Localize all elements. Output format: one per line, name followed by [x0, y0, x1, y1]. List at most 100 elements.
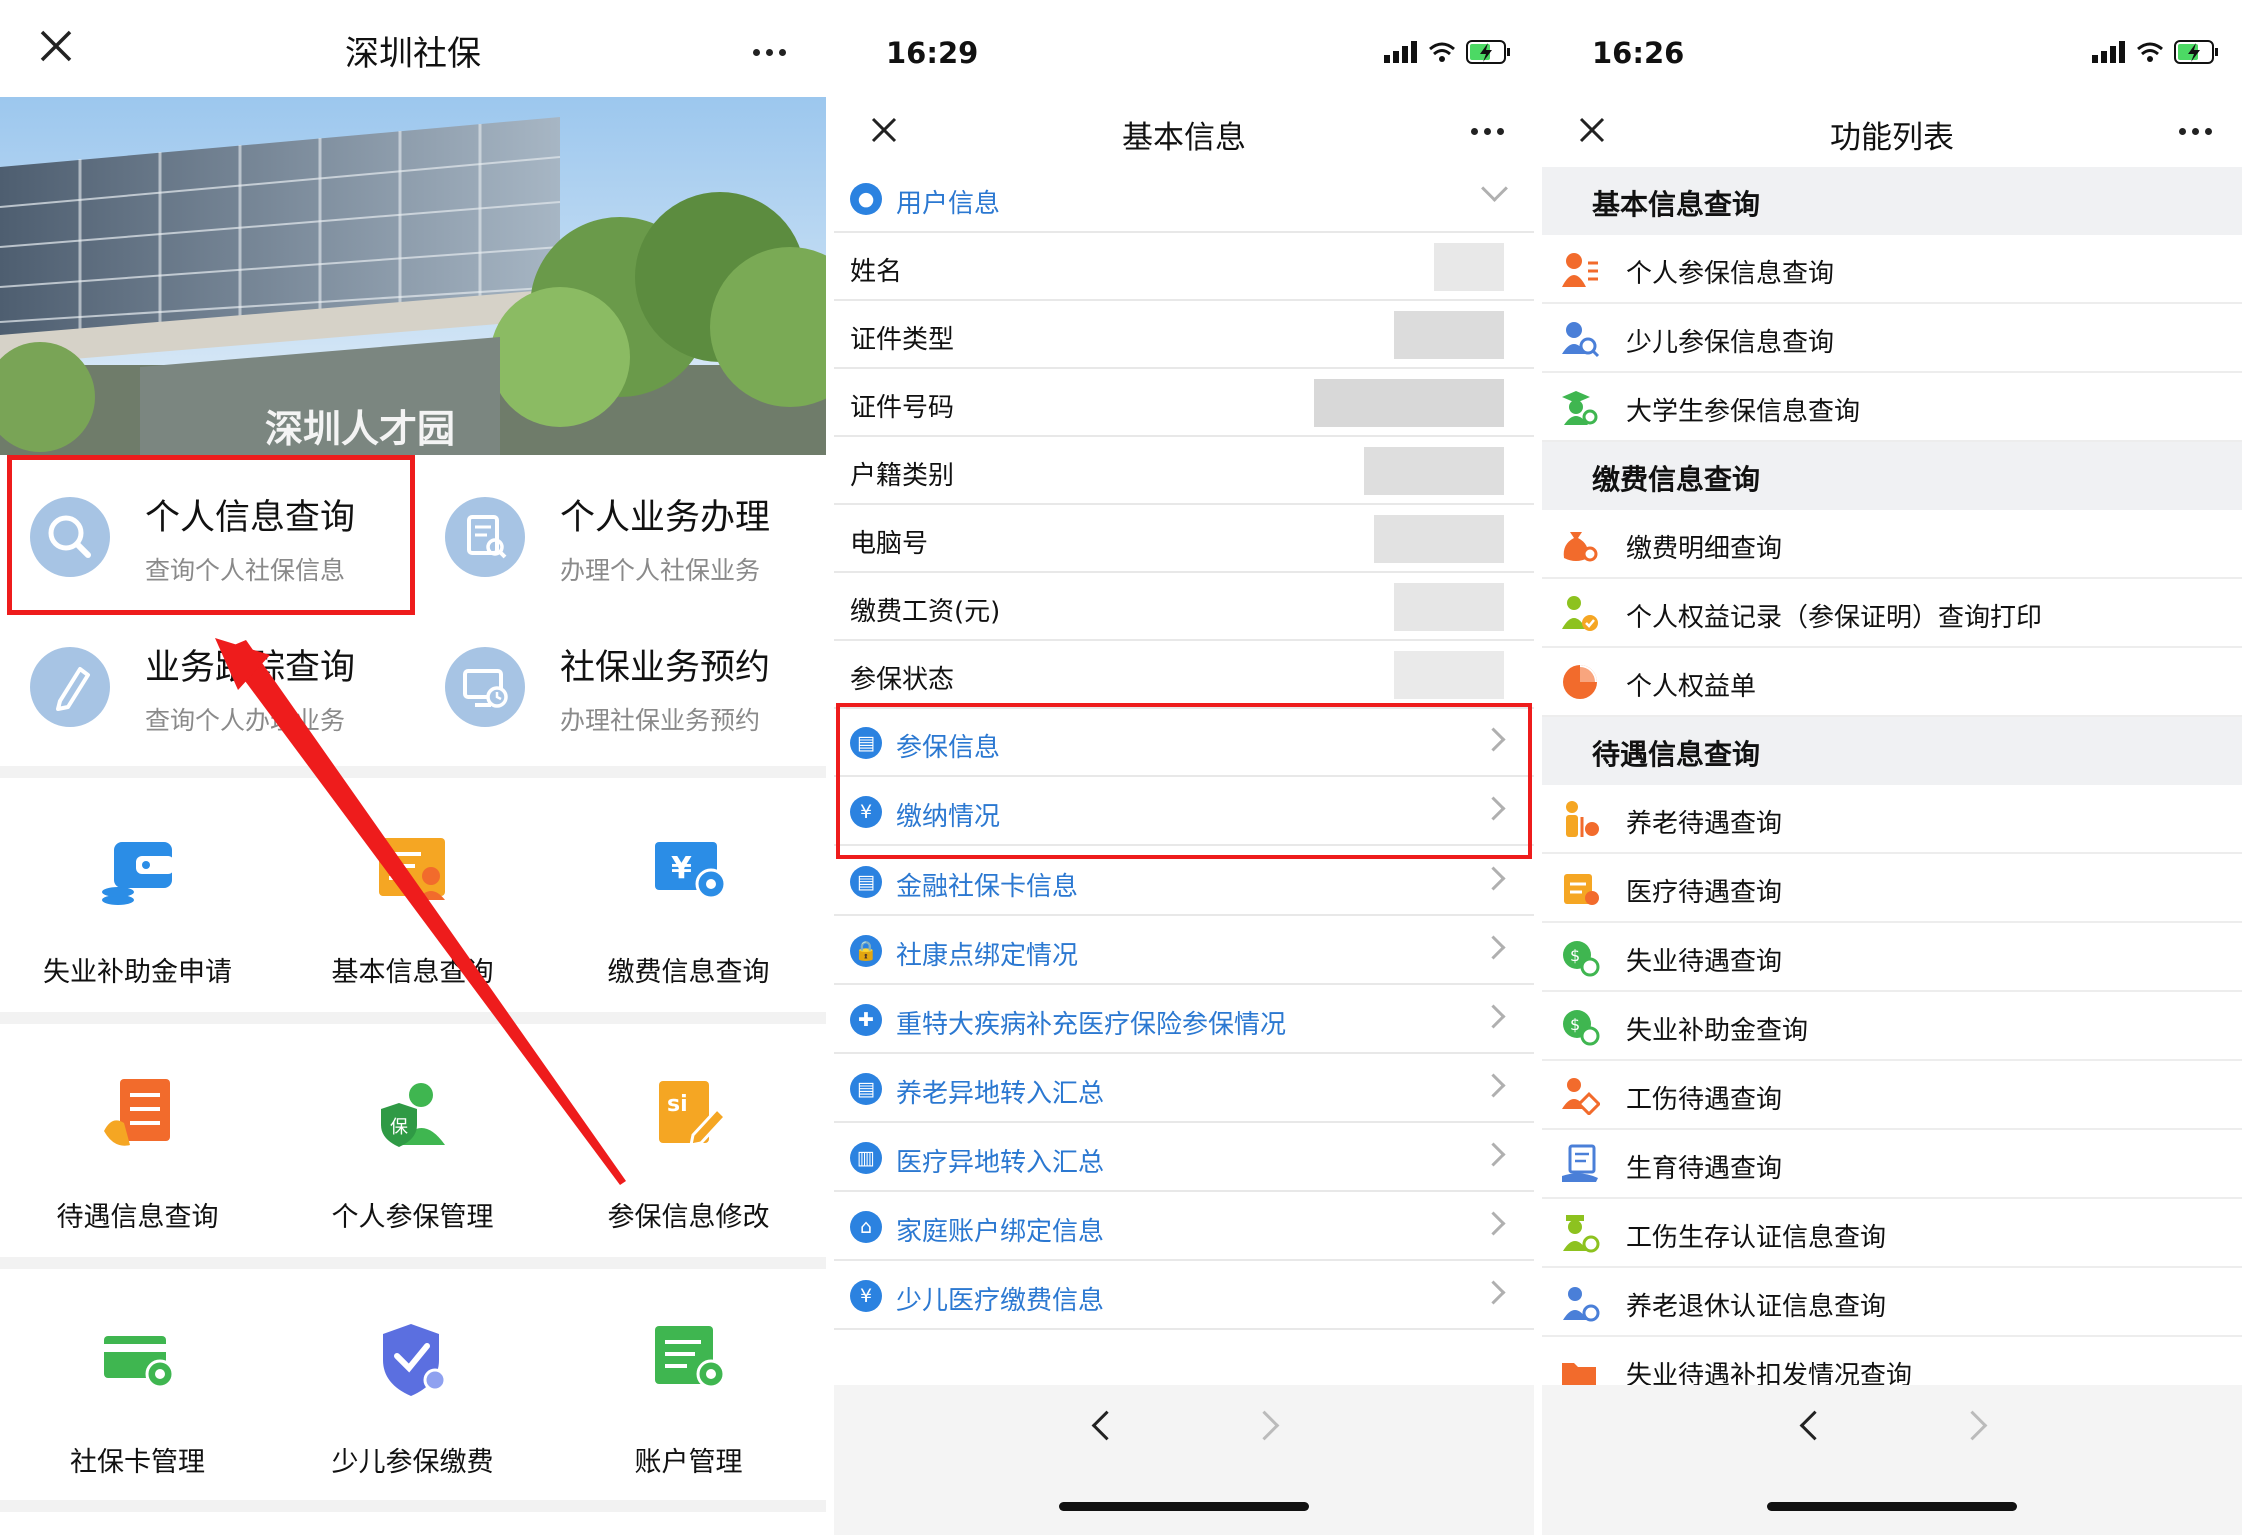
- grid-item-account-mgmt[interactable]: 账户管理: [551, 1270, 826, 1500]
- status-time: 16:29: [886, 36, 979, 70]
- grid-item-sscard-mgmt[interactable]: 社保卡管理: [0, 1270, 275, 1500]
- list-item[interactable]: $ 失业待遇查询: [1542, 923, 2242, 992]
- user-info-header[interactable]: ● 用户信息: [834, 165, 1534, 233]
- svg-text:$: $: [1570, 1015, 1580, 1034]
- field-label: 证件类型: [850, 325, 955, 355]
- home-indicator[interactable]: [1767, 1502, 2017, 1511]
- item-label: 失业待遇补扣发情况查询: [1626, 1361, 1913, 1385]
- chevron-right-icon: [1481, 1073, 1506, 1098]
- blurred-value: [1394, 583, 1504, 631]
- item-label: 个人参保信息查询: [1626, 259, 1835, 289]
- item-label: 工伤生存认证信息查询: [1626, 1223, 1887, 1253]
- link-label: 社康点绑定情况: [896, 941, 1079, 971]
- chevron-right-icon: [1481, 935, 1506, 960]
- list-item[interactable]: 个人权益单: [1542, 648, 2242, 717]
- link-medical-transfer-summary[interactable]: ▥ 医疗异地转入汇总: [834, 1124, 1534, 1192]
- link-pension-transfer-summary[interactable]: ▤ 养老异地转入汇总: [834, 1055, 1534, 1123]
- link-label: 金融社保卡信息: [896, 872, 1079, 902]
- more-icon[interactable]: [2179, 128, 2212, 135]
- list-item[interactable]: 生育待遇查询: [1542, 1130, 2242, 1199]
- more-icon[interactable]: [1471, 128, 1504, 135]
- yuan-icon: ¥: [850, 1280, 882, 1312]
- grid-item-basic-info-query[interactable]: 基本信息查询: [275, 780, 550, 1010]
- home-indicator[interactable]: [1059, 1502, 1309, 1511]
- link-family-account-binding[interactable]: ⌂ 家庭账户绑定信息: [834, 1193, 1534, 1261]
- section-header: 缴费信息查询: [1542, 442, 2242, 510]
- item-label: 工伤待遇查询: [1626, 1085, 1783, 1115]
- forward-arrow-icon[interactable]: [1957, 1410, 1988, 1441]
- list-item[interactable]: 缴费明细查询: [1542, 510, 2242, 579]
- section-title: 缴费信息查询: [1592, 463, 1761, 496]
- highlight-box: [836, 703, 1532, 859]
- list-item[interactable]: 少儿参保信息查询: [1542, 304, 2242, 373]
- list-item[interactable]: 大学生参保信息查询: [1542, 373, 2242, 442]
- grid-item-benefit-info-query[interactable]: 待遇信息查询: [0, 1025, 275, 1255]
- field-label: 证件号码: [850, 393, 955, 423]
- panel-basic-info: 16:29 基本信息 ● 用户信息 姓名 证件类型 证件号码 户籍类别 电脑号 …: [834, 0, 1534, 1535]
- blurred-value: [1314, 379, 1504, 427]
- grid-label: 参保信息修改: [607, 1202, 770, 1233]
- function-grid: 失业补助金申请 基本信息查询 ¥ 缴费信息查询 待遇信息查询 保 个人参保管理 …: [0, 780, 826, 1520]
- panel-shenzhen-shebao: 深圳社保 深圳人才园 个人信息查询 查询个人社保信息 个人业务办理 办理个人社保…: [0, 0, 826, 1535]
- coin-clock-icon: $: [1563, 1010, 1600, 1046]
- more-icon[interactable]: [753, 49, 786, 56]
- blurred-value: [1364, 447, 1504, 495]
- person-check-icon: [1562, 596, 1598, 631]
- svg-text:¥: ¥: [671, 851, 692, 886]
- quick-subtitle: 办理个人社保业务: [560, 556, 761, 585]
- link-child-medical-payment[interactable]: ¥ 少儿医疗缴费信息: [834, 1262, 1534, 1330]
- grid-item-personal-insurance-mgmt[interactable]: 保 个人参保管理: [275, 1025, 550, 1255]
- grid-item-child-insurance-payment[interactable]: 少儿参保缴费: [275, 1270, 550, 1500]
- list-item[interactable]: 个人参保信息查询: [1542, 235, 2242, 304]
- blurred-value: [1394, 311, 1504, 359]
- field-row: 姓名: [834, 233, 1534, 301]
- link-community-health-binding[interactable]: 🔒 社康点绑定情况: [834, 917, 1534, 985]
- list-item[interactable]: 工伤生存认证信息查询: [1542, 1199, 2242, 1268]
- status-time: 16:26: [1592, 36, 1685, 70]
- quick-title: 社保业务预约: [560, 648, 771, 688]
- section-header: 待遇信息查询: [1542, 717, 2242, 785]
- back-arrow-icon[interactable]: [1091, 1410, 1122, 1441]
- list-item[interactable]: $ 失业补助金查询: [1542, 992, 2242, 1061]
- home-icon: ⌂: [850, 1211, 882, 1243]
- quick-personal-business[interactable]: 个人业务办理 办理个人社保业务: [415, 455, 815, 605]
- link-major-disease-insurance[interactable]: ✚ 重特大疾病补充医疗保险参保情况: [834, 986, 1534, 1054]
- grid-label: 待遇信息查询: [56, 1202, 219, 1233]
- graduate-search-icon: [1562, 391, 1598, 425]
- grid-item-unemployment-subsidy[interactable]: 失业补助金申请: [0, 780, 275, 1010]
- chevron-right-icon: [1481, 1211, 1506, 1236]
- yuan-gear-icon: ¥: [655, 842, 727, 900]
- list-item[interactable]: 个人权益记录（参保证明）查询打印: [1542, 579, 2242, 648]
- list-item[interactable]: 医疗待遇查询: [1542, 854, 2242, 923]
- link-label: 少儿医疗缴费信息: [896, 1286, 1105, 1316]
- grid-item-payment-info-query[interactable]: ¥ 缴费信息查询: [551, 780, 826, 1010]
- list-item[interactable]: 失业待遇补扣发情况查询: [1542, 1337, 2242, 1385]
- quick-appointment[interactable]: 社保业务预约 办理社保业务预约: [415, 605, 815, 755]
- banner-image: 深圳人才园: [0, 97, 826, 455]
- quick-subtitle: 办理社保业务预约: [560, 706, 761, 735]
- item-label: 医疗待遇查询: [1626, 878, 1783, 908]
- item-label: 失业补助金查询: [1626, 1016, 1809, 1046]
- grid-item-insurance-info-modify[interactable]: si 参保信息修改: [551, 1025, 826, 1255]
- moneybag-search-icon: [1563, 532, 1598, 562]
- person-verify-icon: [1563, 1215, 1600, 1253]
- grid-label: 失业补助金申请: [43, 957, 232, 988]
- list-item[interactable]: 养老待遇查询: [1542, 785, 2242, 854]
- function-list: 基本信息查询 个人参保信息查询 少儿参保信息查询 大学生参保信息查询 缴费信息查…: [1542, 167, 2242, 1385]
- list-item[interactable]: 养老退休认证信息查询: [1542, 1268, 2242, 1337]
- grid-label: 社保卡管理: [70, 1447, 205, 1478]
- chevron-right-icon: [1481, 1280, 1506, 1305]
- battery-charging-icon: [1466, 40, 1510, 64]
- calendar-icon: [1564, 874, 1599, 905]
- grid-label: 少儿参保缴费: [331, 1447, 494, 1478]
- quick-business-tracking[interactable]: 业务跟踪查询 查询个人办理业务: [0, 605, 400, 755]
- list-item[interactable]: 工伤待遇查询: [1542, 1061, 2242, 1130]
- link-label: 医疗异地转入汇总: [896, 1148, 1105, 1178]
- item-label: 个人权益记录（参保证明）查询打印: [1626, 603, 2043, 633]
- field-label: 缴费工资(元): [850, 597, 1001, 627]
- bar-chart-icon: ▥: [850, 1142, 882, 1174]
- forward-arrow-icon[interactable]: [1249, 1410, 1280, 1441]
- field-label: 户籍类别: [850, 461, 955, 491]
- back-arrow-icon[interactable]: [1799, 1410, 1830, 1441]
- status-icons: [2092, 40, 2220, 64]
